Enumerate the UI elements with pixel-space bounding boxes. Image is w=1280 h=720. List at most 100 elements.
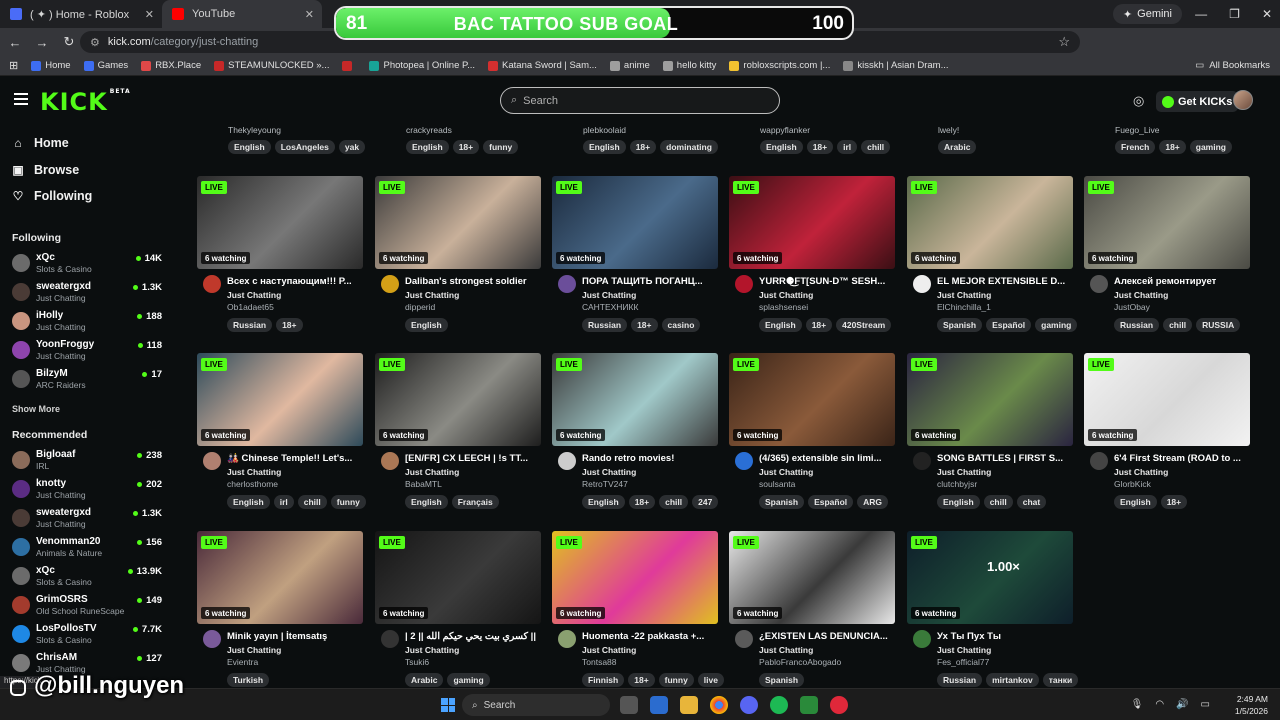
tag[interactable]: 18+: [629, 140, 657, 154]
tag[interactable]: dominating: [660, 140, 718, 154]
stream-title[interactable]: Minik yayın | İtemsatış: [227, 631, 363, 642]
mouse-app-icon[interactable]: [620, 696, 638, 714]
tag[interactable]: танки: [1042, 673, 1079, 687]
gemini-button[interactable]: ✦ Gemini: [1112, 4, 1182, 24]
close-icon[interactable]: ✕: [305, 8, 314, 21]
channel-owner[interactable]: Evientra: [227, 657, 258, 667]
stream-card[interactable]: LIVE 6 watching Minik yayın | İtemsatış Jus…: [197, 531, 363, 696]
sidebar-channel[interactable]: sweatergxd Just Chatting 1.3K: [12, 507, 162, 533]
user-avatar[interactable]: [1233, 90, 1253, 110]
channel-owner[interactable]: crackyreads: [406, 125, 452, 135]
site-info-icon[interactable]: ⚙: [90, 36, 100, 49]
streamer-avatar[interactable]: [203, 452, 221, 470]
tag[interactable]: 18+: [452, 140, 480, 154]
streamer-avatar[interactable]: [203, 275, 221, 293]
channel-owner[interactable]: Tontsa88: [582, 657, 617, 667]
stream-card[interactable]: LIVE 6 watching (4/365) extensible sin lim…: [729, 353, 895, 518]
stream-title[interactable]: | 2 || كسري بيت يحي حيكم الله ||: [405, 631, 541, 642]
bookmark-item[interactable]: [342, 60, 356, 71]
stream-title[interactable]: Алексей ремонтирует: [1114, 276, 1250, 287]
streamer-avatar[interactable]: [1090, 452, 1108, 470]
close-window-icon[interactable]: ✕: [1262, 7, 1272, 21]
sidebar-channel[interactable]: YoonFroggy Just Chatting 118: [12, 339, 162, 365]
tag[interactable]: chill: [659, 495, 689, 509]
tag[interactable]: mirtankov: [986, 673, 1039, 687]
close-icon[interactable]: ✕: [145, 8, 154, 21]
bookmark-item[interactable]: Games: [83, 60, 128, 71]
streamer-avatar[interactable]: [558, 452, 576, 470]
stream-card[interactable]: LIVE 6 watching ¿EXISTEN LAS DENUNCIA... Ju…: [729, 531, 895, 696]
stream-category[interactable]: Just Chatting: [1114, 290, 1168, 300]
tag[interactable]: English: [405, 495, 448, 509]
taskbar-clock[interactable]: 2:49 AM 1/5/2026: [1235, 693, 1268, 717]
stream-card[interactable]: LIVE 6 watching [EN/FR] CX LEECH | !s TT..…: [375, 353, 541, 518]
tag[interactable]: funny: [483, 140, 519, 154]
tag[interactable]: Spanish: [759, 495, 805, 509]
streamer-avatar[interactable]: [913, 630, 931, 648]
stream-thumbnail[interactable]: LIVE 6 watching: [729, 353, 895, 446]
stream-thumbnail[interactable]: LIVE 6 watching: [1084, 176, 1250, 269]
stream-category[interactable]: Just Chatting: [759, 290, 813, 300]
sidebar-channel[interactable]: iHolly Just Chatting 188: [12, 310, 162, 336]
stream-thumbnail[interactable]: LIVE 6 watching: [197, 176, 363, 269]
streamer-avatar[interactable]: [735, 630, 753, 648]
stream-card[interactable]: LIVE 6 watching | 2 || كسري بيت يحي حيكم ا…: [375, 531, 541, 696]
tag[interactable]: Russian: [1114, 318, 1160, 332]
stream-card[interactable]: LIVE 6 watching Huomenta -22 pakkasta +...…: [552, 531, 724, 696]
channel-owner[interactable]: Ob1adaet65: [227, 302, 274, 312]
stream-title[interactable]: YURR⚈͜FT[SUN-D™ SESH...: [759, 276, 895, 287]
tag[interactable]: chill: [297, 495, 327, 509]
back-icon[interactable]: ←: [3, 35, 27, 50]
tag[interactable]: 18+: [805, 318, 833, 332]
tag[interactable]: LosAngeles: [274, 140, 335, 154]
streamer-avatar[interactable]: [558, 630, 576, 648]
bookmark-item[interactable]: kisskh | Asian Dram...: [843, 60, 949, 71]
tag[interactable]: Spanish: [759, 673, 805, 687]
wifi-icon[interactable]: ◠: [1155, 699, 1164, 710]
tag[interactable]: yak: [338, 140, 366, 154]
tag[interactable]: English: [227, 495, 270, 509]
bookmark-star-icon[interactable]: ☆: [1058, 34, 1070, 50]
channel-owner[interactable]: RetroTV247: [582, 479, 628, 489]
channel-owner[interactable]: Tsuki6: [405, 657, 429, 667]
reload-icon[interactable]: ↻: [57, 34, 81, 50]
streamer-avatar[interactable]: [735, 452, 753, 470]
stream-category[interactable]: Just Chatting: [937, 290, 991, 300]
stream-category[interactable]: Just Chatting: [405, 467, 459, 477]
sidebar-channel[interactable]: BilzyM ARC Raiders 17: [12, 368, 162, 394]
stream-category[interactable]: Just Chatting: [759, 645, 813, 655]
stream-thumbnail[interactable]: LIVE 6 watching: [197, 531, 363, 624]
search-input[interactable]: ⌕ Search: [500, 87, 780, 114]
stream-card[interactable]: LIVE 6 watching ПОРА ТАЩИТЬ ПОГАНЦ... Just …: [552, 176, 718, 341]
tag[interactable]: English: [228, 140, 271, 154]
restore-icon[interactable]: ❐: [1229, 7, 1240, 21]
bookmark-item[interactable]: Photopea | Online P...: [369, 60, 475, 71]
volume-icon[interactable]: 🔊: [1176, 699, 1188, 710]
bookmark-item[interactable]: hello kitty: [662, 60, 716, 71]
streamer-avatar[interactable]: [735, 275, 753, 293]
channel-owner[interactable]: clutchbyjsr: [937, 479, 977, 489]
sidebar-channel[interactable]: LosPollosTV Slots & Casino 7.7K: [12, 623, 162, 649]
streamer-avatar[interactable]: [203, 630, 221, 648]
discord-icon[interactable]: [740, 696, 758, 714]
get-kicks-button[interactable]: Get KICKs: [1156, 91, 1239, 112]
stream-card[interactable]: LIVE 6 watching YURR⚈͜FT[SUN-D™ SESH... Jus…: [729, 176, 895, 341]
tag[interactable]: English: [759, 318, 802, 332]
stream-card[interactable]: LIVE 6 watching SONG BATTLES | FIRST S... J…: [907, 353, 1073, 518]
stream-thumbnail[interactable]: LIVE 6 watching: [907, 353, 1073, 446]
sidebar-channel[interactable]: GrimOSRS Old School RuneScape 149: [12, 594, 162, 620]
sidebar-item-browse[interactable]: ▣ Browse: [12, 163, 79, 177]
stream-thumbnail[interactable]: LIVE 6 watching: [197, 353, 363, 446]
sidebar-channel[interactable]: Bigloaaf IRL 238: [12, 449, 162, 475]
stream-card[interactable]: LIVE 6 watching Daliban's strongest soldie…: [375, 176, 541, 341]
taskbar-search[interactable]: ⌕ Search: [462, 694, 610, 716]
stream-title[interactable]: [EN/FR] CX LEECH | !s TT...: [405, 453, 541, 464]
stream-title[interactable]: Huomenta -22 pakkasta +...: [582, 631, 718, 642]
stream-title[interactable]: Всех с наступающим!!! Р...: [227, 276, 363, 287]
channel-owner[interactable]: cherlosthome: [227, 479, 278, 489]
stream-title[interactable]: (4/365) extensible sin limi...: [759, 453, 895, 464]
stream-thumbnail[interactable]: LIVE 6 watching: [552, 353, 718, 446]
stream-thumbnail[interactable]: LIVE 6 watching: [729, 176, 895, 269]
tag[interactable]: live: [697, 673, 724, 687]
streamer-avatar[interactable]: [913, 452, 931, 470]
